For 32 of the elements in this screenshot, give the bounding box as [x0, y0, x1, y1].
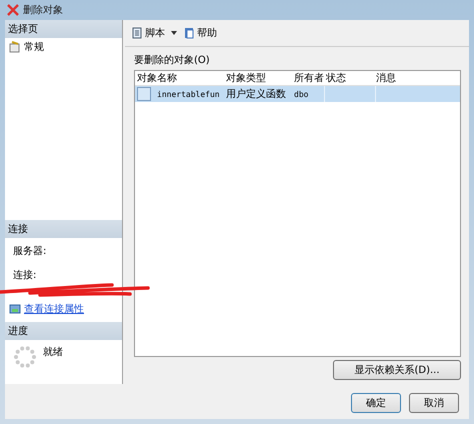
- column-header: 对象名称: [136, 72, 178, 85]
- column-header: 对象类型: [225, 72, 267, 85]
- spinner-icon: [13, 345, 37, 369]
- section-header: 连接: [5, 220, 122, 238]
- table-cell-text: 用户定义函数: [225, 88, 287, 101]
- help-icon: [183, 27, 195, 39]
- show-dependencies-button[interactable]: 显示依赖关系(D)...: [333, 360, 461, 380]
- caret-icon[interactable]: [171, 31, 177, 35]
- column-header: 消息: [375, 72, 397, 85]
- column-header: 所有者: [293, 72, 324, 85]
- script-button[interactable]: 脚本: [129, 25, 167, 41]
- ok-button[interactable]: 确定: [351, 393, 401, 413]
- view-connection-properties-link[interactable]: 查看连接属性: [24, 302, 84, 316]
- page-icon: [9, 41, 21, 53]
- script-icon: [131, 27, 143, 39]
- column-header: 状态: [325, 72, 347, 85]
- section-header: 选择页: [5, 20, 122, 38]
- cancel-button[interactable]: 取消: [409, 393, 459, 413]
- objects-label: 要删除的对象(O): [134, 54, 211, 67]
- server-label: 服务器:: [13, 245, 48, 258]
- table-cell-text: innertablefun: [156, 90, 221, 98]
- progress-status: 就绪: [43, 346, 63, 359]
- connection-label: 连接:: [13, 268, 38, 282]
- delete-icon: [7, 4, 19, 16]
- page-item[interactable]: 常规: [5, 38, 122, 56]
- section-header: 进度: [5, 322, 122, 340]
- row-selector: [137, 87, 151, 101]
- table-cell-text: dbo: [293, 90, 310, 98]
- properties-icon: [9, 303, 21, 315]
- table-row[interactable]: innertablefun 用户定义函数 dbo: [135, 86, 460, 102]
- window-title: 删除对象: [23, 4, 63, 17]
- help-button[interactable]: 帮助: [181, 25, 219, 41]
